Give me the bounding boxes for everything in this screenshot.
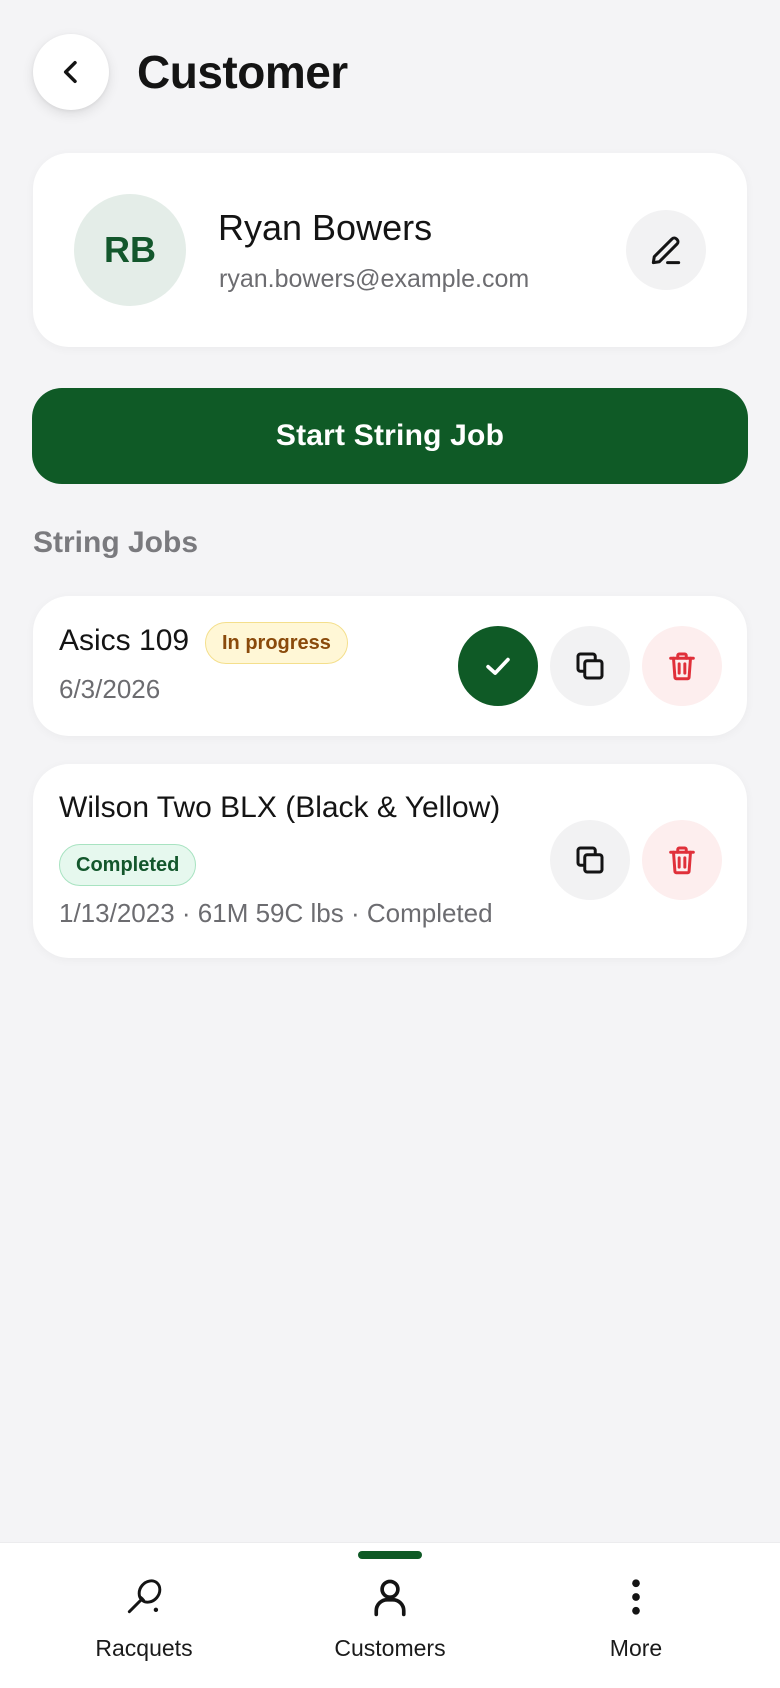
delete-job-button[interactable]: [642, 626, 722, 706]
job-details: 1/13/2023 · 61M 59C lbs · Completed: [59, 898, 493, 928]
nav-item-more[interactable]: More: [536, 1573, 736, 1662]
job-title: Wilson Two BLX (Black & Yellow): [59, 791, 501, 824]
job-date: 6/3/2026: [59, 674, 161, 704]
job-card[interactable]: Asics 109 In progress 6/3/2026: [33, 596, 747, 736]
nav-item-racquets[interactable]: Racquets: [44, 1573, 244, 1662]
duplicate-job-button[interactable]: [550, 820, 630, 900]
section-title: String Jobs: [33, 526, 199, 559]
complete-job-button[interactable]: [458, 626, 538, 706]
nav-label: More: [609, 1635, 663, 1661]
job-title: Asics 109: [59, 624, 190, 657]
avatar: RB: [74, 194, 186, 306]
pencil-icon: [651, 236, 681, 265]
copy-icon: [576, 652, 604, 680]
trash-icon: [669, 652, 695, 681]
racquet-icon: [127, 1579, 162, 1614]
status-badge: In progress: [205, 622, 348, 664]
customer-email: ryan.bowers@example.com: [219, 265, 530, 293]
start-string-job-button[interactable]: Start String Job: [32, 388, 748, 484]
customer-name: Ryan Bowers: [218, 207, 433, 248]
status-badge: Completed: [59, 844, 197, 886]
person-icon: [374, 1579, 406, 1617]
copy-icon: [576, 846, 604, 874]
customer-card: RB Ryan Bowers ryan.bowers@example.com: [33, 153, 747, 347]
job-card[interactable]: Wilson Two BLX (Black & Yellow) Complete…: [33, 764, 747, 958]
nav-item-customers[interactable]: Customers: [290, 1573, 490, 1662]
duplicate-job-button[interactable]: [550, 626, 630, 706]
customer-screen: Customer RB Ryan Bowers ryan.bowers@exam…: [0, 0, 780, 1688]
edit-customer-button[interactable]: [626, 210, 706, 290]
check-icon: [486, 657, 510, 675]
bottom-nav: Racquets Customers More: [0, 1542, 780, 1688]
more-vertical-icon: [632, 1579, 640, 1615]
trash-icon: [669, 846, 695, 875]
delete-job-button[interactable]: [642, 820, 722, 900]
chevron-left-icon: [63, 60, 77, 84]
header: Customer: [33, 34, 348, 110]
active-tab-indicator: [358, 1551, 422, 1559]
nav-label: Customers: [334, 1635, 446, 1661]
back-button[interactable]: [33, 34, 109, 110]
nav-label: Racquets: [95, 1635, 193, 1661]
page-title: Customer: [137, 46, 348, 98]
